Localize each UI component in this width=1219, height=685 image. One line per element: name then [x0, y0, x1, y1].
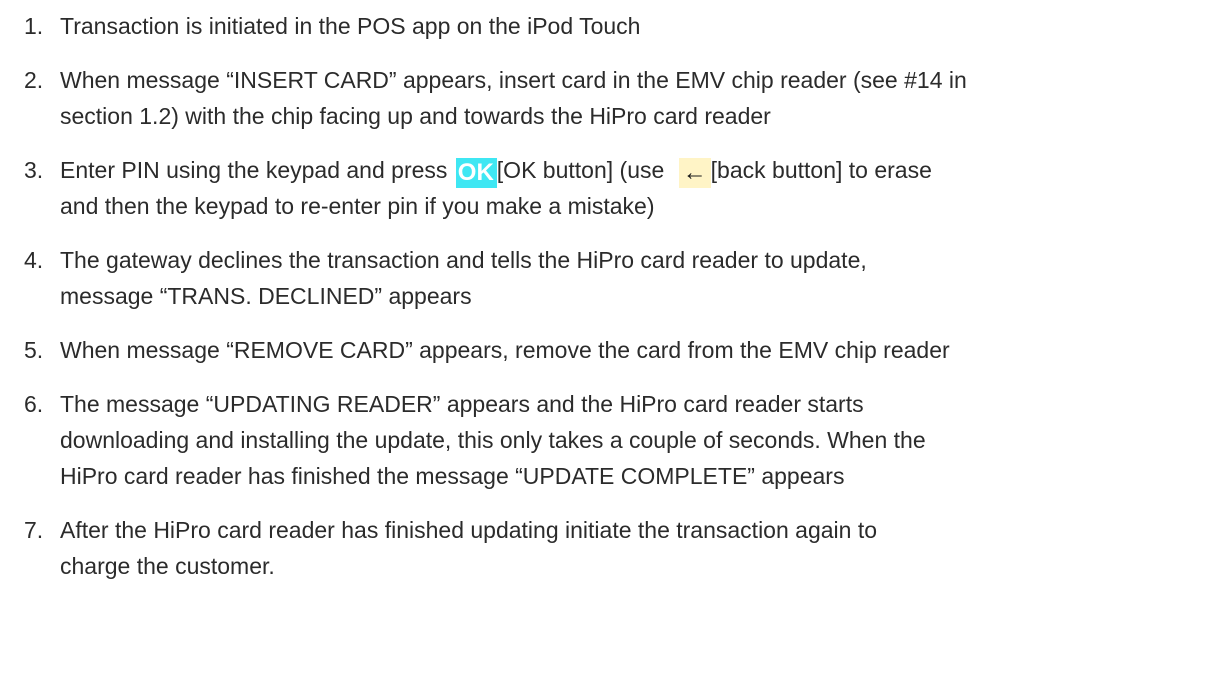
step-number: 3.: [24, 157, 44, 183]
step-number: 5.: [24, 337, 44, 363]
step-text-mid: [OK button] (use: [496, 157, 665, 183]
step-number: 7.: [24, 517, 44, 543]
step-text-line-2: message “TRANS. DECLINED” appears: [60, 283, 472, 309]
step-4: 4. The gateway declines the transaction …: [0, 242, 1219, 314]
step-text-prefix: Enter PIN using the keypad and press: [60, 157, 448, 183]
step-text-suffix: [back button] to erase: [710, 157, 932, 183]
step-text-line-1: After the HiPro card reader has finished…: [60, 517, 877, 543]
step-text-line-2: section 1.2) with the chip facing up and…: [60, 103, 771, 129]
step-text: Transaction is initiated in the POS app …: [60, 13, 641, 39]
step-text-line-1: The gateway declines the transaction and…: [60, 247, 867, 273]
step-5: 5. When message “REMOVE CARD” appears, r…: [0, 332, 1219, 368]
step-number: 2.: [24, 67, 44, 93]
step-text-line-2: charge the customer.: [60, 553, 275, 579]
step-text-line-3: HiPro card reader has finished the messa…: [60, 463, 845, 489]
step-2: 2. When message “INSERT CARD” appears, i…: [0, 62, 1219, 134]
step-1: 1. Transaction is initiated in the POS a…: [0, 8, 1219, 44]
step-text-line-1: When message “INSERT CARD” appears, inse…: [60, 67, 967, 93]
step-6: 6. The message “UPDATING READER” appears…: [0, 386, 1219, 494]
step-text-line-2: downloading and installing the update, t…: [60, 427, 926, 453]
step-text-line-1: The message “UPDATING READER” appears an…: [60, 391, 864, 417]
step-number: 1.: [24, 13, 44, 39]
step-3: 3. Enter PIN using the keypad and press …: [0, 152, 1219, 224]
ok-button-icon: OK: [455, 158, 497, 188]
step-7: 7. After the HiPro card reader has finis…: [0, 512, 1219, 584]
step-number: 4.: [24, 247, 44, 273]
instruction-document: 1. Transaction is initiated in the POS a…: [0, 0, 1219, 685]
step-text-line-2: and then the keypad to re-enter pin if y…: [60, 193, 655, 219]
step-number: 6.: [24, 391, 44, 417]
step-text: When message “REMOVE CARD” appears, remo…: [60, 337, 950, 363]
steps-list: 1. Transaction is initiated in the POS a…: [0, 8, 1219, 584]
back-arrow-icon: ←: [678, 158, 711, 188]
